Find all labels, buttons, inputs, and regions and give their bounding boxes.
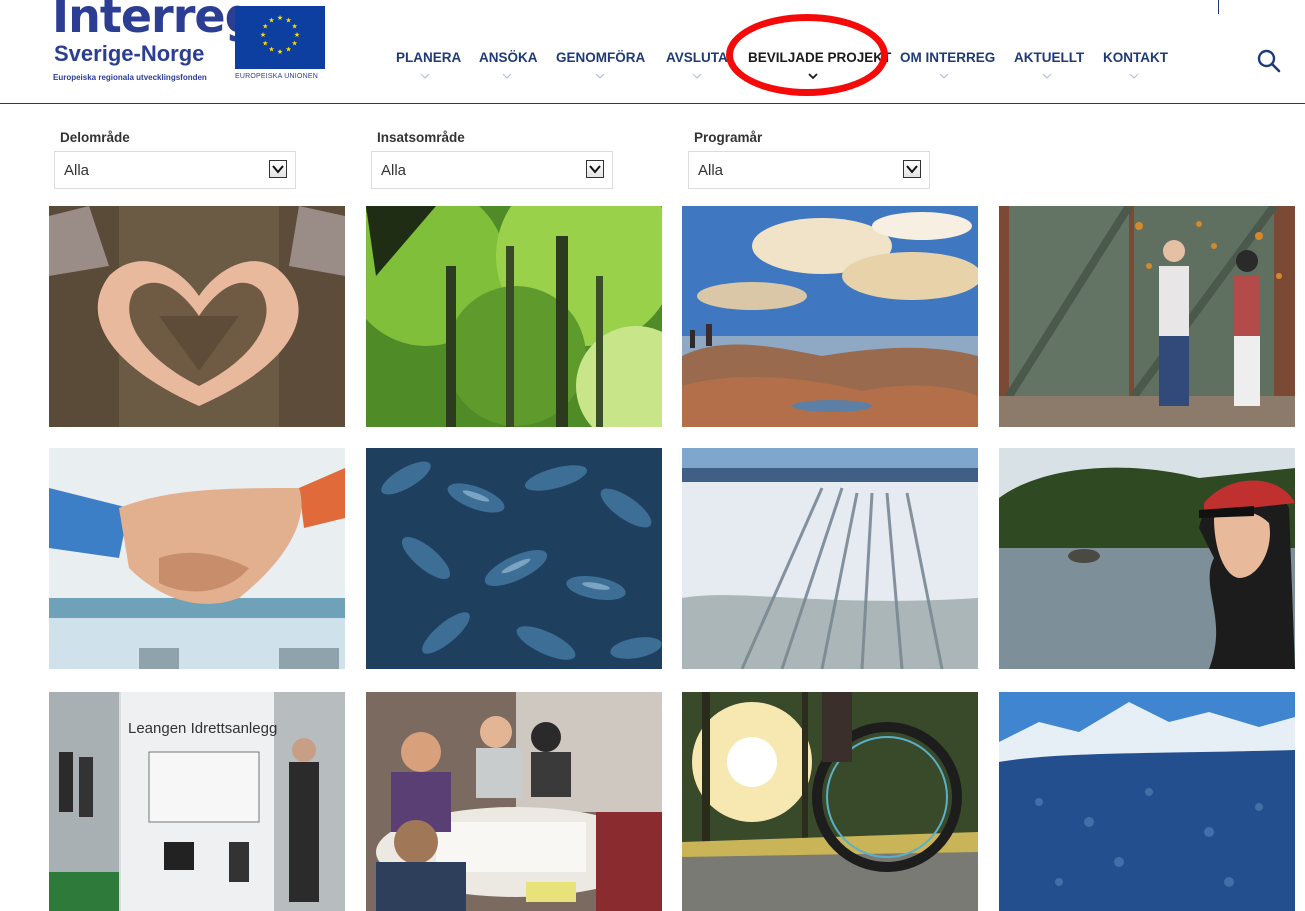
river-portrait-image [999,448,1295,669]
filter-label-insatsomrade: Insatsområde [377,130,465,145]
nav-item-avsluta[interactable]: AVSLUTA [666,50,728,79]
project-tile-forest[interactable] [366,206,662,427]
chevron-down-icon [1129,73,1139,79]
svg-text:★: ★ [292,40,298,48]
svg-text:★: ★ [277,14,283,22]
project-tile-handshake[interactable] [49,448,345,669]
svg-text:★: ★ [262,40,268,48]
site-header: Interreg Sverige-Norge Europeiska region… [0,0,1305,104]
project-tile-ski-slopes[interactable] [682,448,978,669]
project-tile-workshop[interactable] [366,692,662,911]
filter-label-delomrade: Delområde [60,130,130,145]
search-icon [1257,49,1281,73]
select-value: Alla [64,162,90,179]
chevron-down-icon [939,73,949,79]
svg-text:★: ★ [268,16,274,24]
nav-item-kontakt[interactable]: KONTAKT [1103,50,1168,79]
chevron-down-icon [502,73,512,79]
nav-label: GENOMFÖRA [556,50,646,65]
cycling-image [682,692,978,911]
project-tile-mountains[interactable] [999,692,1295,911]
nav-label: PLANERA [396,50,462,65]
chevron-down-icon[interactable] [903,160,921,178]
handshake-image [49,448,345,669]
project-tile-coast[interactable] [682,206,978,427]
chevron-down-icon [808,73,818,80]
chevron-down-icon[interactable] [586,160,604,178]
project-tile-river-portrait[interactable] [999,448,1295,669]
mountains-image [999,692,1295,911]
chevron-down-icon[interactable] [269,160,287,178]
project-tile-leaves-celebration[interactable] [999,206,1295,427]
svg-text:★: ★ [285,46,291,54]
leaves-celebration-image [999,206,1295,427]
logo-subtitle: Sverige-Norge [54,41,205,66]
search-button[interactable] [1256,48,1282,74]
nav-label: ANSÖKA [479,50,538,65]
select-value: Alla [381,162,407,179]
svg-text:★: ★ [292,23,298,31]
mussels-image [366,448,662,669]
top-divider [1218,0,1219,14]
eu-flag-icon: ★ ★ ★ ★ ★ ★ ★ ★ ★ ★ ★ ★ [235,6,325,69]
nav-item-beviljade-projekt[interactable]: BEVILJADE PROJEKT [748,50,892,80]
nav-label: OM INTERREG [900,50,996,65]
svg-text:★: ★ [268,46,274,54]
heart-hands-image [49,206,345,427]
project-tile-cycling[interactable] [682,692,978,911]
chevron-down-icon [420,73,430,79]
project-tile-mussels[interactable] [366,448,662,669]
svg-text:★: ★ [260,31,266,39]
project-tile-heart-hands[interactable] [49,206,345,427]
nav-item-genomfora[interactable]: GENOMFÖRA [556,50,646,79]
filter-label-programar: Programår [694,130,763,145]
nav-label: AVSLUTA [666,50,728,65]
nav-label: KONTAKT [1103,50,1168,65]
forest-image [366,206,662,427]
coast-image [682,206,978,427]
nav-label: BEVILJADE PROJEKT [748,50,892,65]
logo-wordmark: Interreg [52,0,258,43]
nav-item-planera[interactable]: PLANERA [396,50,462,79]
chevron-down-icon [1042,73,1052,79]
insatsomrade-select[interactable]: Alla [371,151,613,189]
ski-slopes-image [682,448,978,669]
nav-item-ansoka[interactable]: ANSÖKA [479,50,538,79]
delomrade-select[interactable]: Alla [54,151,296,189]
svg-text:★: ★ [277,48,283,56]
workshop-image [366,692,662,911]
nav-label: AKTUELLT [1014,50,1085,65]
select-value: Alla [698,162,724,179]
chevron-down-icon [595,73,605,79]
eu-caption: EUROPEISKA UNIONEN [235,73,318,80]
nav-item-om-interreg[interactable]: OM INTERREG [900,50,996,79]
logo-tagline: Europeiska regionala utvecklingsfonden [53,73,207,82]
svg-text:★: ★ [294,31,300,39]
programar-select[interactable]: Alla [688,151,930,189]
interreg-logo[interactable]: Interreg Sverige-Norge Europeiska region… [52,0,332,90]
sign-text: Leangen Idrettsanlegg [128,720,278,737]
chevron-down-icon [692,73,702,79]
nav-item-aktuellt[interactable]: AKTUELLT [1014,50,1085,79]
page: Interreg Sverige-Norge Europeiska region… [0,0,1305,911]
